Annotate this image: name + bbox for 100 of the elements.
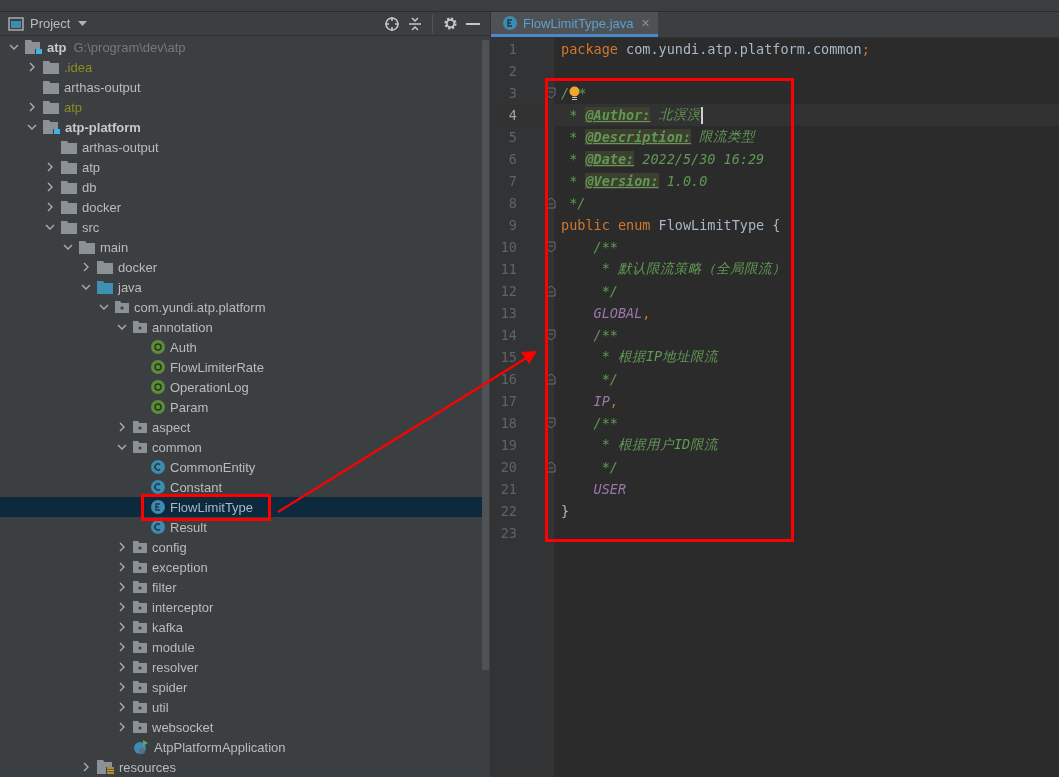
panel-title[interactable]: Project: [30, 16, 71, 31]
lightbulb-icon[interactable]: [569, 85, 581, 101]
chevron-down-icon[interactable]: [9, 42, 19, 52]
tree-item-label[interactable]: aspect: [152, 419, 191, 435]
fold-marker-icon[interactable]: [546, 285, 556, 297]
tree-item-label[interactable]: db: [82, 179, 97, 195]
chevron-right-icon[interactable]: [117, 682, 127, 692]
tree-item-label[interactable]: atp: [64, 99, 83, 115]
tree-item-label[interactable]: com.yundi.atp.platform: [134, 299, 266, 315]
chevron-right-icon[interactable]: [117, 642, 127, 652]
locate-icon[interactable]: [384, 15, 400, 32]
tree-item-label[interactable]: Auth: [170, 339, 197, 355]
tree-item-label[interactable]: docker: [82, 199, 122, 215]
fold-marker-icon[interactable]: [546, 461, 556, 473]
package-icon: [133, 561, 147, 573]
tree-item-label[interactable]: annotation: [152, 319, 213, 335]
tree-item-label[interactable]: interceptor: [152, 599, 214, 615]
tree-item-label[interactable]: FlowLimiterRate: [170, 359, 264, 375]
application-icon: [133, 739, 149, 755]
settings-icon[interactable]: [443, 16, 458, 31]
chevron-right-icon[interactable]: [117, 542, 127, 552]
tree-item-label[interactable]: spider: [152, 679, 188, 695]
tree-item-label[interactable]: .idea: [64, 59, 93, 75]
chevron-right-icon[interactable]: [45, 162, 55, 172]
tree-item-label[interactable]: src: [82, 219, 100, 235]
tree-item-label[interactable]: config: [152, 539, 187, 555]
enum-icon: [151, 500, 165, 514]
chevron-down-icon[interactable]: [117, 322, 127, 332]
fold-marker-icon[interactable]: [546, 241, 556, 253]
tree-item-label[interactable]: websocket: [152, 719, 214, 735]
tree-item-label[interactable]: util: [152, 699, 169, 715]
tree-item-label[interactable]: resolver: [152, 659, 199, 675]
tree-item-label[interactable]: exception: [152, 559, 208, 575]
tree-item-label[interactable]: FlowLimitType: [170, 499, 254, 515]
chevron-right-icon[interactable]: [117, 602, 127, 612]
tree-item-label[interactable]: AtpPlatformApplication: [154, 739, 286, 755]
fold-marker-icon[interactable]: [546, 197, 556, 209]
chevron-right-icon[interactable]: [117, 422, 127, 432]
selected-tree-row[interactable]: FlowLimitType: [0, 497, 482, 517]
chevron-down-icon[interactable]: [81, 282, 91, 292]
chevron-down-icon[interactable]: [63, 242, 73, 252]
code-token: ,: [642, 305, 651, 321]
tree-item-label[interactable]: common: [152, 439, 202, 455]
package-icon: [133, 721, 147, 733]
chevron-right-icon[interactable]: [117, 662, 127, 672]
chevron-right-icon[interactable]: [117, 562, 127, 572]
tree-item-label[interactable]: kafka: [152, 619, 184, 635]
source-folder-icon: [97, 280, 113, 294]
package-icon: [133, 601, 147, 613]
fold-marker-icon[interactable]: [546, 329, 556, 341]
tree-item-label[interactable]: atp-platform: [65, 119, 141, 135]
tree-item-label[interactable]: resources: [119, 759, 177, 775]
tree-item-label[interactable]: java: [118, 279, 142, 295]
chevron-down-icon[interactable]: [45, 222, 55, 232]
tree-item-label[interactable]: Result: [170, 519, 207, 535]
tree-item-label[interactable]: arthas-output: [64, 79, 141, 95]
chevron-down-icon[interactable]: [27, 122, 37, 132]
tree-item-label[interactable]: module: [152, 639, 195, 655]
package-icon: [133, 421, 147, 433]
tree-item-label[interactable]: atp: [82, 159, 101, 175]
chevron-down-icon[interactable]: [99, 302, 109, 312]
chevron-right-icon[interactable]: [81, 762, 91, 772]
code-token: 北溟溟: [657, 106, 701, 124]
chevron-right-icon[interactable]: [117, 582, 127, 592]
chevron-right-icon[interactable]: [81, 262, 91, 272]
tree-item-label[interactable]: main: [100, 239, 129, 255]
collapse-all-icon[interactable]: [408, 15, 422, 32]
fold-marker-icon[interactable]: [546, 373, 556, 385]
code-token: public enum: [561, 217, 652, 233]
chevron-down-icon[interactable]: [117, 442, 127, 452]
chevron-right-icon[interactable]: [117, 622, 127, 632]
line-number: 4: [507, 107, 517, 123]
scrollbar-thumb[interactable]: [482, 40, 489, 670]
tree-item-label[interactable]: OperationLog: [170, 379, 249, 395]
chevron-right-icon[interactable]: [45, 182, 55, 192]
chevron-right-icon[interactable]: [27, 62, 37, 72]
tree-item-label[interactable]: arthas-output: [82, 139, 159, 155]
tree-item-label[interactable]: filter: [152, 579, 177, 595]
tree-item-label[interactable]: CommonEntity: [170, 459, 256, 475]
tree-item-label[interactable]: Constant: [170, 479, 223, 495]
tree-item-label[interactable]: Param: [170, 399, 209, 415]
folder-icon: [43, 100, 59, 114]
module-folder-icon: [43, 120, 60, 134]
tree-item-label[interactable]: atp: [47, 39, 67, 55]
dropdown-caret-icon[interactable]: [78, 20, 88, 27]
code-token: 限流类型: [698, 128, 756, 146]
package-icon: [133, 621, 147, 633]
code-token: @Description:: [585, 129, 692, 145]
fold-marker-icon[interactable]: [546, 417, 556, 429]
chevron-right-icon[interactable]: [117, 722, 127, 732]
tree-item-label[interactable]: docker: [118, 259, 158, 275]
code-token: *: [568, 151, 579, 167]
code-token: *: [568, 129, 579, 145]
chevron-right-icon[interactable]: [27, 102, 37, 112]
chevron-right-icon[interactable]: [117, 702, 127, 712]
annotation-icon: [151, 380, 165, 394]
chevron-right-icon[interactable]: [45, 202, 55, 212]
code-token: /: [561, 85, 570, 101]
fold-marker-icon[interactable]: [546, 87, 556, 99]
code-token: ;: [861, 41, 870, 57]
